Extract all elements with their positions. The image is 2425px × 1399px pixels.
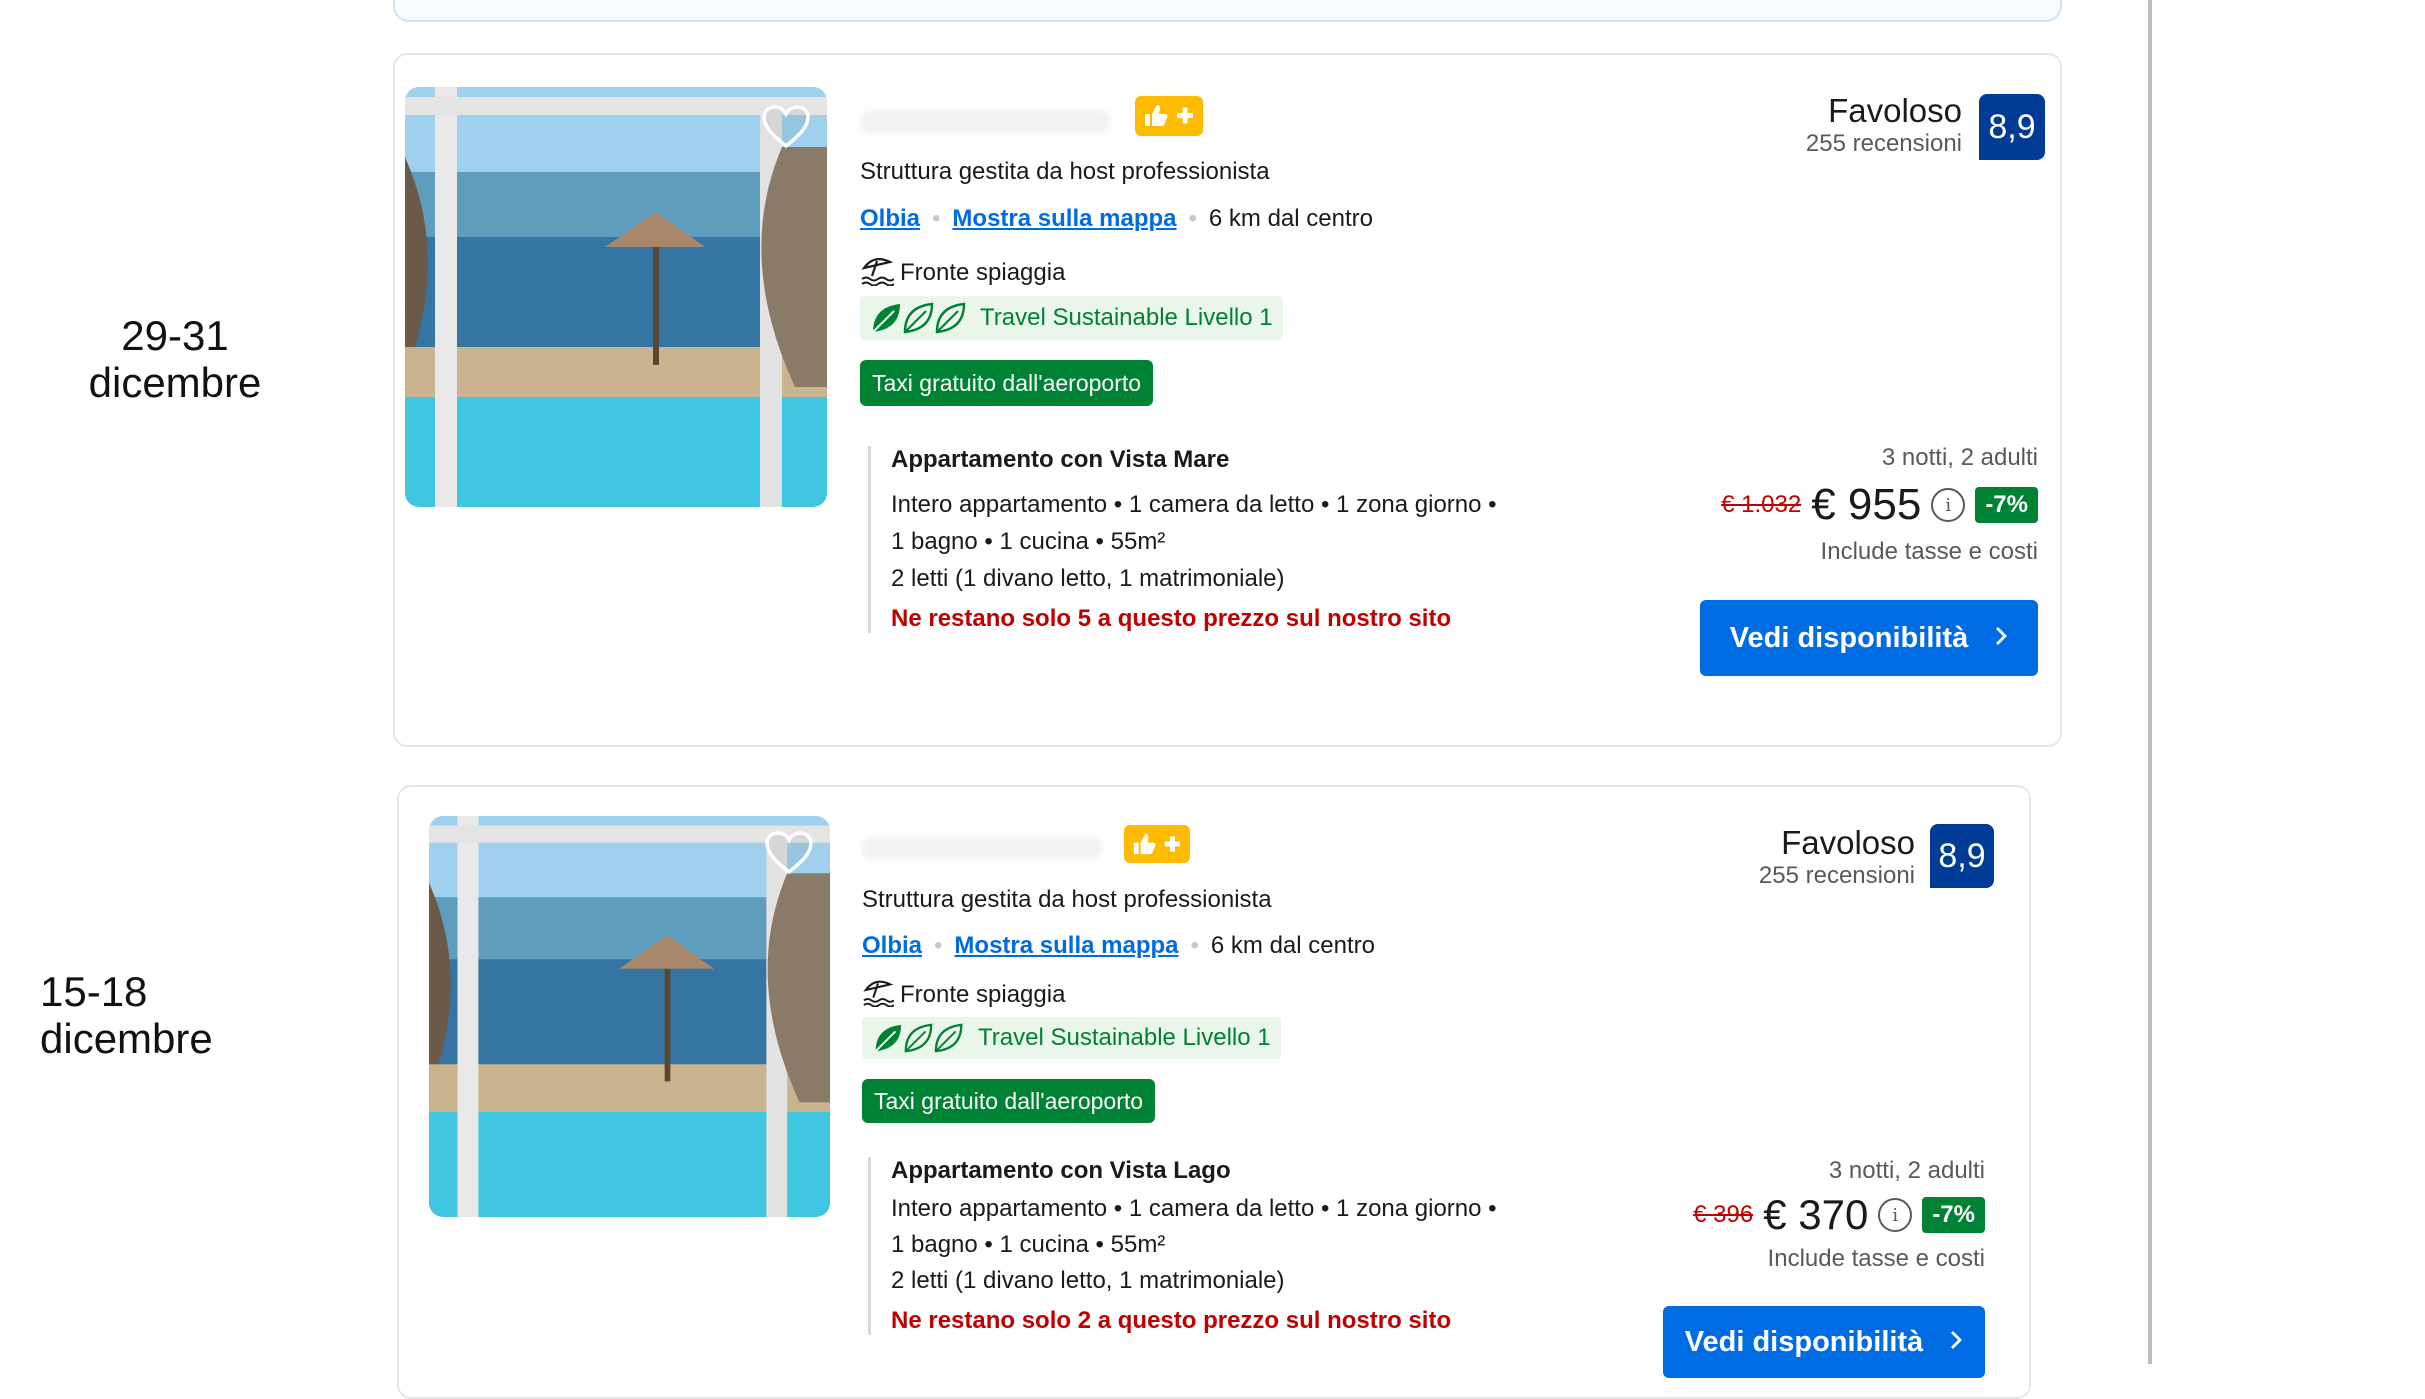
room-details: Appartamento con Vista Lago Intero appar…	[868, 1157, 1651, 1335]
heart-icon[interactable]	[761, 104, 811, 150]
previous-card-edge	[393, 0, 2062, 22]
stay-details: 3 notti, 2 adulti	[1881, 444, 2038, 471]
original-price: € 1.032	[1721, 491, 1802, 518]
review-score-badge[interactable]: 8,9	[1979, 94, 2045, 160]
original-price: € 396	[1693, 1201, 1754, 1228]
date-label: 15-18 dicembre	[40, 968, 250, 1062]
beach-row: Fronte spiaggia	[860, 252, 1065, 293]
see-availability-button[interactable]: Vedi disponibilità	[1700, 600, 2038, 676]
review-summary[interactable]: Favoloso 255 recensioni	[1650, 824, 1915, 890]
heart-icon[interactable]	[764, 830, 814, 876]
show-on-map-link[interactable]: Mostra sulla mappa	[954, 932, 1178, 960]
leaf-icon	[870, 301, 966, 335]
city-link[interactable]: Olbia	[860, 205, 920, 233]
current-price: € 370	[1763, 1191, 1869, 1238]
room-features: Intero appartamento • 1 camera da letto …	[891, 491, 1497, 518]
stay-details: 3 notti, 2 adulti	[1828, 1157, 1985, 1184]
room-features: Intero appartamento • 1 camera da letto …	[891, 1195, 1497, 1222]
price-block: 3 notti, 2 adulti € 396 € 370 i -7% Incl…	[1580, 1157, 1985, 1273]
review-count: 255 recensioni	[1805, 130, 1962, 157]
free-taxi-badge: Taxi gratuito dall'aeroporto	[862, 1079, 1156, 1123]
thumbs-up-plus-icon	[1124, 825, 1190, 863]
sustainability-badge[interactable]: Travel Sustainable Livello 1	[862, 1017, 1281, 1059]
bed-info: 2 letti (1 divano letto, 1 matrimoniale)	[891, 565, 1285, 592]
beach-umbrella-icon	[860, 252, 895, 293]
date-label-text: 15-18 dicembre	[40, 968, 213, 1062]
location-row: Olbia • Mostra sulla mappa • 6 km dal ce…	[860, 205, 1373, 233]
discount-badge: -7%	[1922, 1197, 1985, 1233]
sustainability-text: Travel Sustainable Livello 1	[978, 1024, 1271, 1051]
beach-row: Fronte spiaggia	[862, 975, 1065, 1014]
review-word: Favoloso	[1828, 92, 1962, 129]
info-icon[interactable]: i	[1878, 1198, 1913, 1232]
price-block: 3 notti, 2 adulti € 1.032 € 955 i -7% In…	[1620, 444, 2038, 566]
free-taxi-badge: Taxi gratuito dall'aeroporto	[860, 360, 1154, 406]
host-label: Struttura gestita da host professionista	[860, 158, 1270, 185]
date-label: 29-31 dicembre	[60, 312, 290, 406]
see-availability-label: Vedi disponibilità	[1729, 621, 1969, 654]
room-features: 1 bagno • 1 cucina • 55m²	[891, 528, 1166, 555]
panel-divider	[2148, 0, 2152, 1364]
beach-umbrella-icon	[862, 975, 895, 1014]
see-availability-label: Vedi disponibilità	[1684, 1325, 1924, 1358]
city-link[interactable]: Olbia	[862, 932, 922, 960]
taxes-note: Include tasse e costi	[1767, 1245, 1985, 1272]
taxes-note: Include tasse e costi	[1820, 538, 2038, 565]
sustainability-badge[interactable]: Travel Sustainable Livello 1	[860, 296, 1283, 340]
show-on-map-link[interactable]: Mostra sulla mappa	[952, 205, 1176, 233]
room-details: Appartamento con Vista Mare Intero appar…	[868, 446, 1661, 633]
host-label: Struttura gestita da host professionista	[862, 886, 1272, 913]
separator-dot: •	[932, 205, 941, 232]
current-price: € 955	[1811, 480, 1922, 529]
bed-info: 2 letti (1 divano letto, 1 matrimoniale)	[891, 1267, 1285, 1294]
info-icon[interactable]: i	[1931, 488, 1966, 522]
review-word: Favoloso	[1781, 824, 1915, 861]
beach-text: Fronte spiaggia	[900, 980, 1066, 1008]
room-features: 1 bagno • 1 cucina • 55m²	[891, 1231, 1166, 1258]
sustainability-text: Travel Sustainable Livello 1	[980, 304, 1273, 331]
distance-text: 6 km dal centro	[1210, 932, 1375, 959]
chevron-right-icon	[1994, 622, 2008, 655]
distance-text: 6 km dal centro	[1208, 205, 1373, 232]
property-name-blurred	[860, 110, 1110, 134]
property-name-blurred	[862, 836, 1102, 860]
see-availability-button[interactable]: Vedi disponibilità	[1663, 1306, 1985, 1378]
thumbs-up-plus-icon	[1135, 96, 1203, 136]
separator-dot: •	[1188, 205, 1197, 232]
separator-dot: •	[1190, 932, 1199, 959]
property-photo[interactable]	[429, 816, 830, 1217]
location-row: Olbia • Mostra sulla mappa • 6 km dal ce…	[862, 932, 1375, 960]
review-count: 255 recensioni	[1758, 862, 1915, 889]
separator-dot: •	[934, 932, 943, 959]
review-summary[interactable]: Favoloso 255 recensioni	[1700, 92, 1962, 158]
room-title[interactable]: Appartamento con Vista Lago	[891, 1157, 1651, 1185]
leaf-icon	[872, 1022, 964, 1054]
chevron-right-icon	[1949, 1326, 1963, 1359]
scarcity-message: Ne restano solo 2 a questo prezzo sul no…	[891, 1307, 1452, 1334]
discount-badge: -7%	[1975, 487, 2038, 523]
review-score-badge[interactable]: 8,9	[1930, 824, 1994, 888]
room-title[interactable]: Appartamento con Vista Mare	[891, 446, 1661, 474]
scarcity-message: Ne restano solo 5 a questo prezzo sul no…	[891, 605, 1452, 632]
date-label-text: 29-31 dicembre	[88, 312, 262, 406]
beach-text: Fronte spiaggia	[900, 258, 1066, 286]
